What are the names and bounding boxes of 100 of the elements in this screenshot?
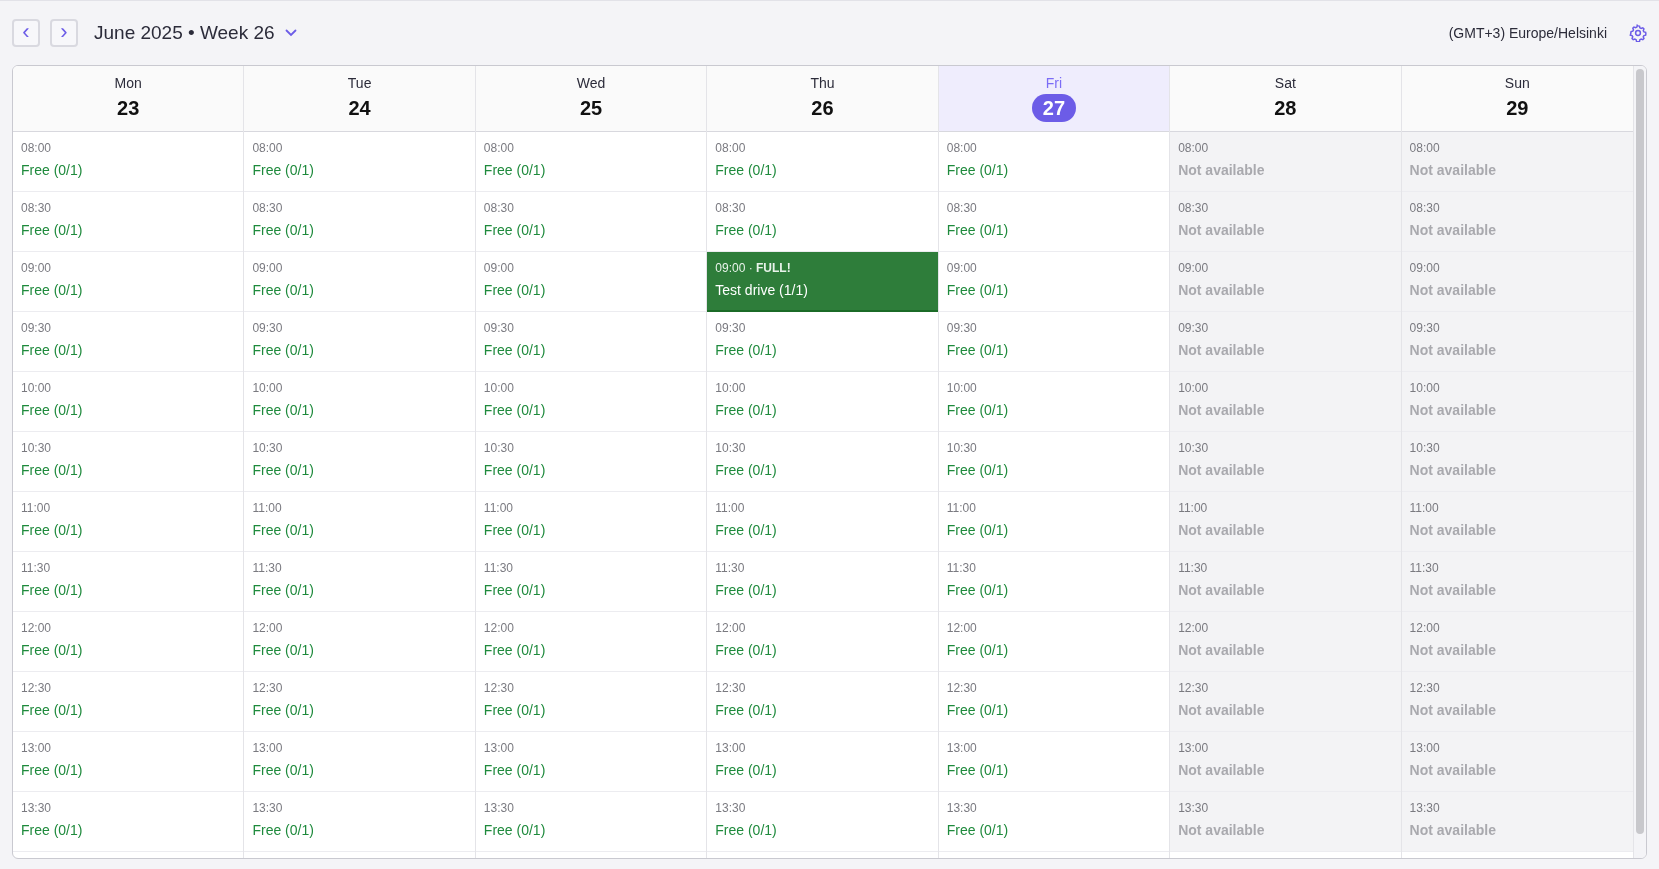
slot-status: Not available (1409, 702, 1496, 718)
slot-status: Free (0/1) (483, 222, 546, 238)
day-header[interactable]: Sun 29 (1401, 66, 1633, 132)
week-title: June 2025 • Week 26 (94, 22, 275, 44)
slot-status: Free (0/1) (946, 402, 1009, 418)
previous-week-button[interactable]: ‹ (12, 19, 40, 47)
slot-time: 13:00 (1178, 741, 1209, 755)
slot-time: 11:30 (1409, 561, 1439, 575)
slot-time: 12:30 (483, 681, 514, 695)
slot-status: Free (0/1) (21, 222, 83, 238)
slot-status: Not available (1178, 162, 1265, 178)
slot-time: 08:00 (1178, 141, 1209, 155)
slot-time: 11:00 (252, 501, 282, 515)
slot-status: Not available (1178, 522, 1265, 538)
slot-status: Not available (1409, 462, 1496, 478)
slot-time: 13:00 (946, 741, 977, 755)
slot-time: 11:30 (483, 561, 513, 575)
slot-status: Free (0/1) (483, 822, 546, 838)
slot-status: Free (0/1) (252, 522, 314, 538)
slot-status: Free (0/1) (252, 342, 314, 358)
slot-status: Free (0/1) (946, 762, 1009, 778)
slot-time: 12:30 (946, 681, 977, 695)
slot-status: Free (0/1) (715, 402, 777, 418)
slot-time: 09:30 (483, 321, 514, 335)
date-number: 28 (1274, 96, 1297, 121)
weekday-label: Mon (114, 75, 142, 91)
slot-status: Test drive (1/1) (715, 282, 808, 298)
slot-status: Free (0/1) (21, 462, 83, 478)
slot-status: Free (0/1) (252, 702, 314, 718)
slot-time: 10:00 (1178, 381, 1209, 395)
slot-status: Free (0/1) (715, 762, 777, 778)
slot-time: 09:00 · FULL! (715, 261, 791, 275)
slot-time: 13:30 (252, 801, 283, 815)
settings-icon[interactable] (1629, 24, 1647, 42)
slot-status: Free (0/1) (946, 222, 1009, 238)
day-header[interactable]: Thu 26 (707, 66, 938, 132)
slot-time: 08:30 (252, 201, 283, 215)
slot-status: Not available (1409, 762, 1496, 778)
weekday-label: Sun (1504, 75, 1530, 91)
slot-time: 09:30 (252, 321, 283, 335)
scrollbar-thumb[interactable] (1636, 69, 1644, 835)
slot-status: Not available (1409, 642, 1496, 658)
slot-status: Free (0/1) (483, 702, 546, 718)
slot-time: 10:00 (252, 381, 283, 395)
slot-status: Free (0/1) (483, 282, 546, 298)
slot-status: Free (0/1) (21, 582, 83, 598)
day-header[interactable]: Mon 23 (13, 66, 244, 132)
slot-time: 12:00 (715, 621, 746, 635)
slot-time: 13:30 (21, 801, 52, 815)
slot-time: 10:30 (946, 441, 977, 455)
slot-status: Free (0/1) (715, 162, 777, 178)
slot-time: 10:30 (1178, 441, 1209, 455)
slot-status: Free (0/1) (21, 162, 83, 178)
slot-time: 10:30 (1409, 441, 1440, 455)
slot-status: Not available (1409, 582, 1496, 598)
slot-status: Free (0/1) (483, 402, 546, 418)
slot-time: 12:00 (1178, 621, 1209, 635)
slot-status: Free (0/1) (946, 342, 1009, 358)
slot-status: Free (0/1) (715, 222, 777, 238)
slot-time: 10:00 (946, 381, 977, 395)
day-header[interactable]: Wed 25 (475, 66, 707, 132)
slot-time: 10:00 (1409, 381, 1440, 395)
slot-status: Not available (1178, 702, 1265, 718)
slot-status: Free (0/1) (252, 582, 314, 598)
chevron-down-icon[interactable] (284, 29, 297, 37)
slot-status: Free (0/1) (252, 822, 314, 838)
slot-time: 12:00 (946, 621, 977, 635)
slot-status: Free (0/1) (252, 462, 314, 478)
slot-time: 09:00 (252, 261, 283, 275)
scrollbar[interactable] (1633, 66, 1646, 858)
day-header[interactable]: Fri 27 (938, 66, 1170, 132)
day-header[interactable]: Sat 28 (1170, 66, 1401, 132)
slot-status: Free (0/1) (483, 642, 546, 658)
next-week-button[interactable]: › (50, 19, 78, 47)
slot-time: 11:30 (946, 561, 976, 575)
slot-status: Free (0/1) (483, 162, 546, 178)
weekday-label: Wed (576, 75, 606, 91)
slot-status: Free (0/1) (21, 402, 83, 418)
slot-time: 12:00 (21, 621, 52, 635)
date-number: 25 (579, 96, 603, 121)
slot-status: Not available (1409, 342, 1496, 358)
slot-time: 12:00 (1409, 621, 1440, 635)
slot-time: 12:00 (483, 621, 514, 635)
slot-time: 08:30 (946, 201, 977, 215)
slot-time: 11:00 (483, 501, 513, 515)
timezone-label: (GMT+3) Europe/Helsinki (1448, 25, 1607, 41)
date-number: 27 (1031, 94, 1077, 122)
slot-time: 08:30 (21, 201, 52, 215)
slot-time: 13:30 (946, 801, 977, 815)
weekday-label: Thu (810, 75, 835, 91)
slot-status: Not available (1409, 822, 1496, 838)
slot-status: Free (0/1) (946, 702, 1009, 718)
slot-time: 11:00 (946, 501, 976, 515)
day-header[interactable]: Tue 24 (244, 66, 475, 132)
slot-time: 08:00 (715, 141, 746, 155)
slot-status: Free (0/1) (715, 642, 777, 658)
slot-time: 12:30 (252, 681, 283, 695)
slot-status: Not available (1409, 222, 1496, 238)
slot-status: Free (0/1) (252, 762, 314, 778)
slot-status: Free (0/1) (21, 762, 83, 778)
